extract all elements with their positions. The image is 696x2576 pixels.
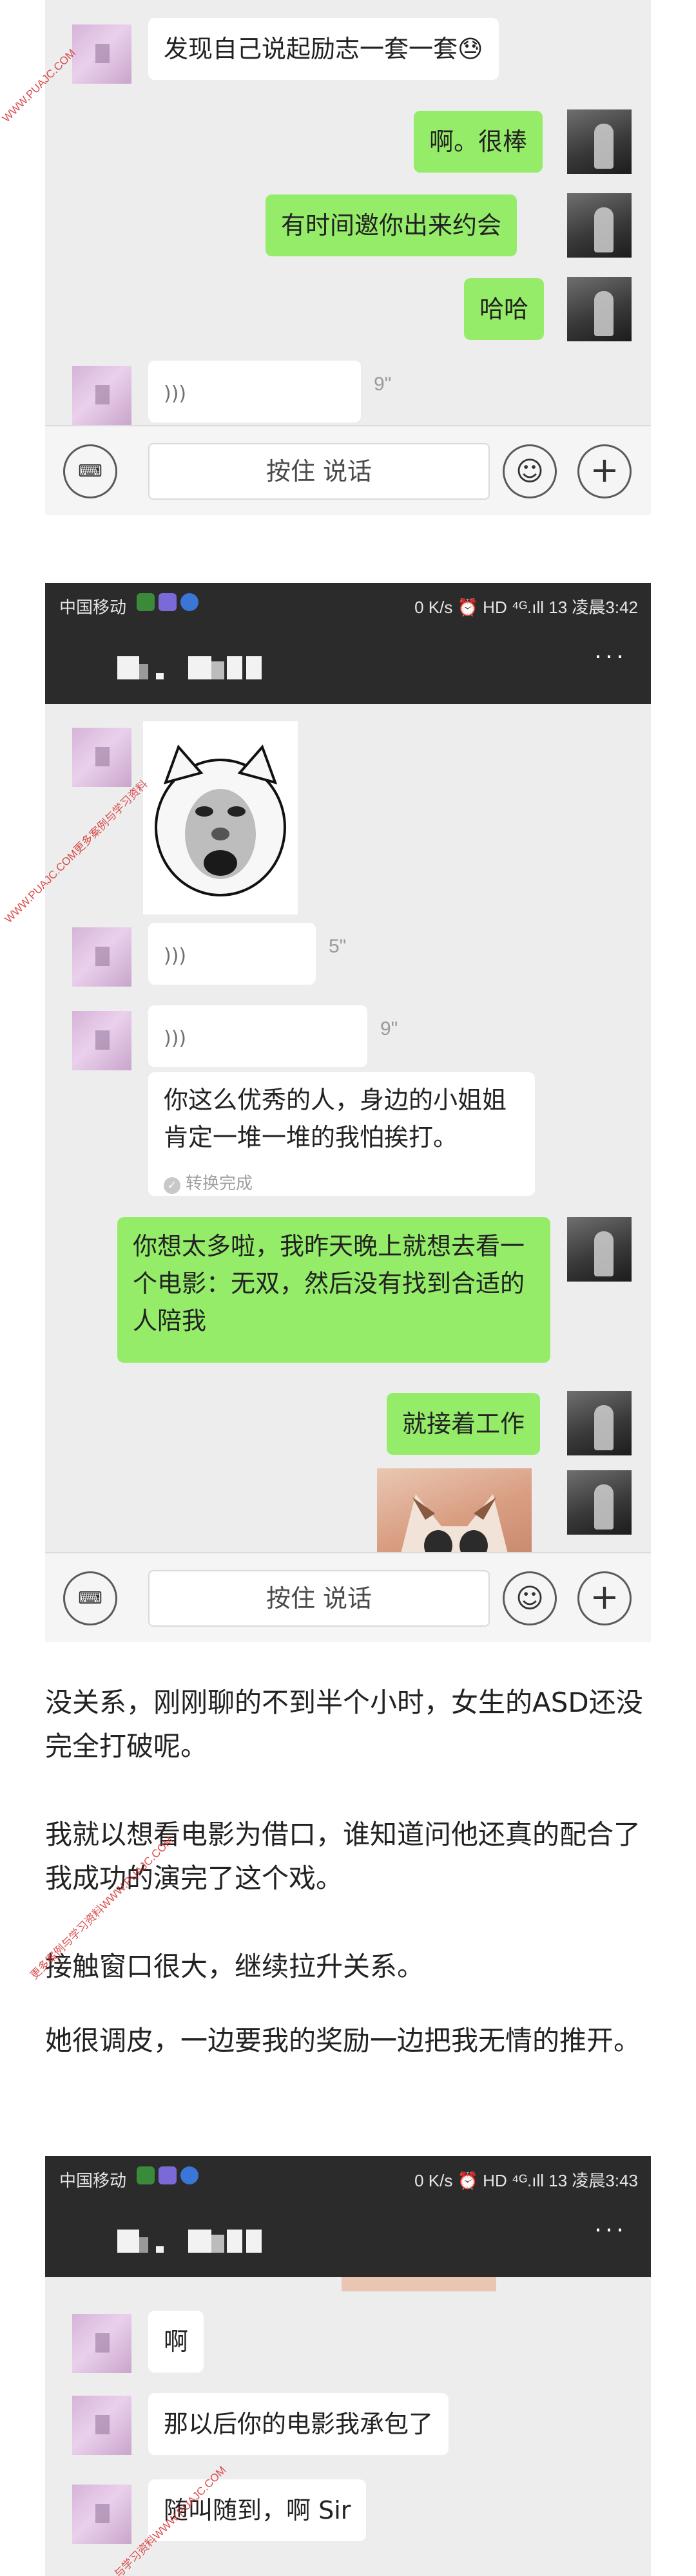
female-avatar[interactable]: [72, 728, 131, 787]
app-notification-icon: [159, 593, 177, 611]
male-avatar[interactable]: [567, 1391, 632, 1455]
contact-name-pixelated: [117, 654, 266, 679]
app-notification-icon: [159, 2166, 177, 2184]
chat-input-bar: ⌨ 按住 说话 ☺ +: [45, 425, 651, 515]
article-paragraph: 没关系，刚刚聊的不到半个小时，女生的ASD还没完全打破呢。: [45, 1687, 643, 1762]
message-bubble-outgoing[interactable]: 哈哈: [464, 278, 545, 340]
message-bubble-incoming[interactable]: 啊: [148, 2311, 204, 2372]
male-avatar[interactable]: [567, 1470, 632, 1535]
male-avatar[interactable]: [567, 277, 632, 341]
app-notification-icon: [180, 593, 198, 611]
male-avatar[interactable]: [567, 193, 632, 258]
voice-duration: 9": [374, 374, 392, 395]
male-avatar[interactable]: [567, 109, 632, 174]
voice-duration: 5": [329, 936, 347, 957]
voice-message[interactable]: ))): [148, 361, 361, 422]
app-notification-icon: [137, 2166, 155, 2184]
conversion-status: ✓ 转换完成: [164, 1170, 253, 1194]
contact-name-pixelated: [117, 2227, 266, 2253]
message-bubble-outgoing[interactable]: 就接着工作: [387, 1393, 541, 1455]
chat-screenshot-3: 中国移动 0 K/s ⏰ HD ⁴ᴳ.ıll 13 凌晨3:43 ··· 啊 那…: [45, 2156, 651, 2576]
pig-face-sticker-image: [155, 744, 286, 896]
message-bubble-incoming[interactable]: 发现自己说起励志一套一套😓: [148, 18, 499, 80]
chat-screenshot-2: 中国移动 0 K/s ⏰ HD ⁴ᴳ.ıll 13 凌晨3:42 ···)))…: [45, 583, 651, 1642]
chat-screenshot-1: 发现自己说起励志一套一套😓 啊。很棒 有时间邀你出来约会 哈哈 ))) 9" ⌨…: [45, 0, 651, 515]
female-avatar[interactable]: [72, 2396, 131, 2455]
status-bar: 中国移动 0 K/s ⏰ HD ⁴ᴳ.ıll 13 凌晨3:43: [45, 2156, 651, 2200]
status-right: 0 K/s ⏰ HD ⁴ᴳ.ıll 13 凌晨3:42: [414, 598, 638, 617]
message-bubble-outgoing[interactable]: 你想太多啦，我昨天晚上就想去看一个电影：无双，然后没有找到合适的人陪我: [117, 1217, 550, 1363]
status-bar: 中国移动 0 K/s ⏰ HD ⁴ᴳ.ıll 13 凌晨3:42: [45, 583, 651, 627]
voice-wave-icon: ))): [164, 383, 187, 405]
article-paragraph: 我就以想看电影为借口，谁知道问他还真的配合了我成功的演完了这个戏。: [45, 1819, 641, 1894]
chat-input-bar: ⌨ 按住 说话 ☺ +: [45, 1552, 651, 1642]
more-options-icon[interactable]: ···: [594, 639, 626, 670]
plus-icon[interactable]: +: [577, 1571, 632, 1625]
voice-wave-icon: ))): [164, 945, 187, 967]
converted-text: 你这么优秀的人，身边的小姐姐肯定一堆一堆的我怕挨打。: [164, 1086, 507, 1151]
app-notification-icon: [180, 2166, 198, 2184]
article-paragraph: 她很调皮，一边要我的奖励一边把我无情的推开。: [45, 2025, 641, 2056]
female-avatar[interactable]: [72, 1011, 131, 1070]
carrier-label: 中国移动: [59, 2171, 127, 2190]
hold-to-talk-button[interactable]: 按住 说话: [148, 1570, 490, 1627]
pig-face-sticker[interactable]: [143, 721, 298, 914]
voice-wave-icon: ))): [164, 1027, 187, 1050]
more-options-icon[interactable]: ···: [594, 2213, 626, 2244]
chat-header: ···: [45, 2200, 651, 2277]
message-bubble-outgoing[interactable]: 有时间邀你出来约会: [266, 194, 517, 256]
female-avatar[interactable]: [72, 2314, 131, 2373]
check-icon: ✓: [164, 1177, 180, 1194]
article-paragraph: 接触窗口很大，继续拉升关系。: [45, 1951, 425, 1982]
app-notification-icon: [137, 593, 155, 611]
voice-duration: 9": [380, 1018, 398, 1039]
male-avatar[interactable]: [567, 1217, 632, 1282]
keyboard-icon[interactable]: ⌨: [63, 444, 117, 498]
female-avatar[interactable]: [72, 2485, 131, 2544]
conversion-status-label: 转换完成: [186, 1174, 253, 1193]
message-bubble-outgoing[interactable]: 啊。很棒: [414, 111, 543, 173]
female-avatar[interactable]: [72, 24, 131, 84]
carrier-label: 中国移动: [59, 598, 127, 617]
plus-icon[interactable]: +: [577, 444, 632, 498]
keyboard-icon[interactable]: ⌨: [63, 1571, 117, 1625]
female-avatar[interactable]: [72, 366, 131, 425]
status-right: 0 K/s ⏰ HD ⁴ᴳ.ıll 13 凌晨3:43: [414, 2171, 638, 2190]
message-bubble-incoming[interactable]: 那以后你的电影我承包了: [148, 2393, 449, 2455]
emoji-icon[interactable]: ☺: [503, 444, 557, 498]
voice-message[interactable]: ))): [148, 923, 316, 985]
voice-message[interactable]: ))): [148, 1005, 367, 1067]
emoji-icon[interactable]: ☺: [503, 1571, 557, 1625]
hold-to-talk-button[interactable]: 按住 说话: [148, 443, 490, 500]
cat-image-partial: [342, 2277, 496, 2291]
female-avatar[interactable]: [72, 927, 131, 987]
chat-header: ···: [45, 627, 651, 704]
